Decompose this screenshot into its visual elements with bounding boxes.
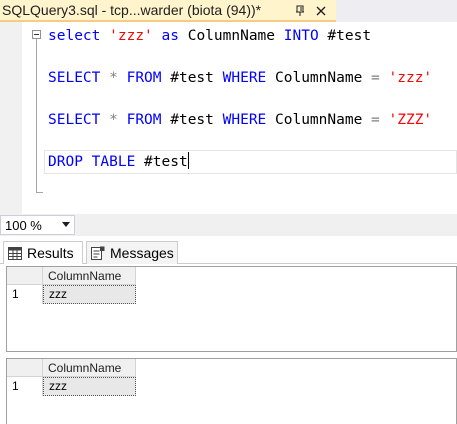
code-token: as — [161, 28, 179, 44]
code-line-3: SELECT * FROM #test WHERE ColumnName = '… — [48, 110, 432, 130]
zoom-value: 100 % — [5, 217, 42, 233]
chevron-down-icon[interactable] — [62, 222, 70, 228]
code-token: FROM — [126, 112, 162, 128]
code-token: = — [371, 112, 380, 128]
code-token: WHERE — [222, 70, 267, 86]
code-token: #test — [161, 112, 223, 128]
code-line-4: DROP TABLE #test — [48, 152, 189, 172]
code-token: select — [48, 28, 101, 44]
code-token: #test — [318, 28, 372, 44]
code-token: * — [109, 70, 118, 86]
result-grid-1[interactable]: ColumnName 1 zzz — [6, 266, 457, 352]
code-token: #test — [161, 70, 223, 86]
code-token: INTO — [283, 28, 319, 44]
code-line-2: SELECT * FROM #test WHERE ColumnName = '… — [48, 68, 432, 88]
selection-margin — [0, 22, 22, 214]
tab-messages[interactable]: Messages — [86, 241, 178, 264]
results-tab-strip: Results Messages — [0, 236, 457, 264]
row-number[interactable]: 1 — [7, 377, 43, 396]
tab-messages-label: Messages — [110, 245, 174, 261]
text-caret — [187, 152, 189, 169]
outline-bar — [36, 37, 37, 192]
zoom-bar: 100 % — [0, 214, 457, 236]
horizontal-scrollbar[interactable] — [80, 216, 457, 234]
tab-results[interactable]: Results — [3, 241, 83, 264]
code-token: #test — [135, 154, 188, 170]
code-token: SELECT — [48, 112, 101, 128]
code-token: SELECT — [48, 70, 101, 86]
result-grid-2[interactable]: ColumnName 1 zzz — [6, 358, 457, 424]
column-header[interactable]: ColumnName — [43, 267, 136, 285]
outline-end — [36, 192, 43, 193]
close-icon[interactable] — [314, 4, 328, 18]
column-header[interactable]: ColumnName — [43, 359, 136, 377]
grid-cell[interactable]: zzz — [43, 285, 136, 304]
document-tab-bar: SQLQuery3.sql - tcp...warder (biota (94)… — [0, 0, 457, 22]
code-token: ColumnName — [266, 70, 372, 86]
code-token: * — [109, 112, 118, 128]
code-token: 'zzz' — [388, 70, 433, 86]
messages-icon — [91, 246, 105, 260]
query-editor[interactable]: select 'zzz' as ColumnName INTO #test SE… — [0, 22, 457, 214]
grid-corner[interactable] — [7, 267, 43, 285]
code-token: ColumnName — [266, 112, 372, 128]
code-token: = — [371, 70, 380, 86]
row-number[interactable]: 1 — [7, 285, 43, 304]
code-token: WHERE — [222, 112, 267, 128]
code-line-1: select 'zzz' as ColumnName INTO #test — [48, 26, 371, 46]
document-tab-title: SQLQuery3.sql - tcp...warder (biota (94)… — [2, 2, 262, 18]
grid-icon — [8, 246, 22, 260]
grid-cell[interactable]: zzz — [43, 377, 136, 396]
code-token: ColumnName — [178, 28, 284, 44]
code-token: FROM — [126, 70, 162, 86]
document-tab[interactable]: SQLQuery3.sql - tcp...warder (biota (94)… — [0, 0, 336, 22]
grid-corner[interactable] — [7, 359, 43, 377]
code-token: TABLE — [91, 154, 136, 170]
pin-icon[interactable] — [293, 4, 307, 18]
collapse-toggle-icon[interactable] — [32, 30, 41, 39]
tab-results-label: Results — [27, 245, 74, 261]
code-token: DROP — [48, 154, 83, 170]
code-token: 'zzz' — [109, 28, 153, 44]
code-token: 'ZZZ' — [388, 112, 433, 128]
zoom-dropdown[interactable]: 100 % — [0, 215, 75, 235]
